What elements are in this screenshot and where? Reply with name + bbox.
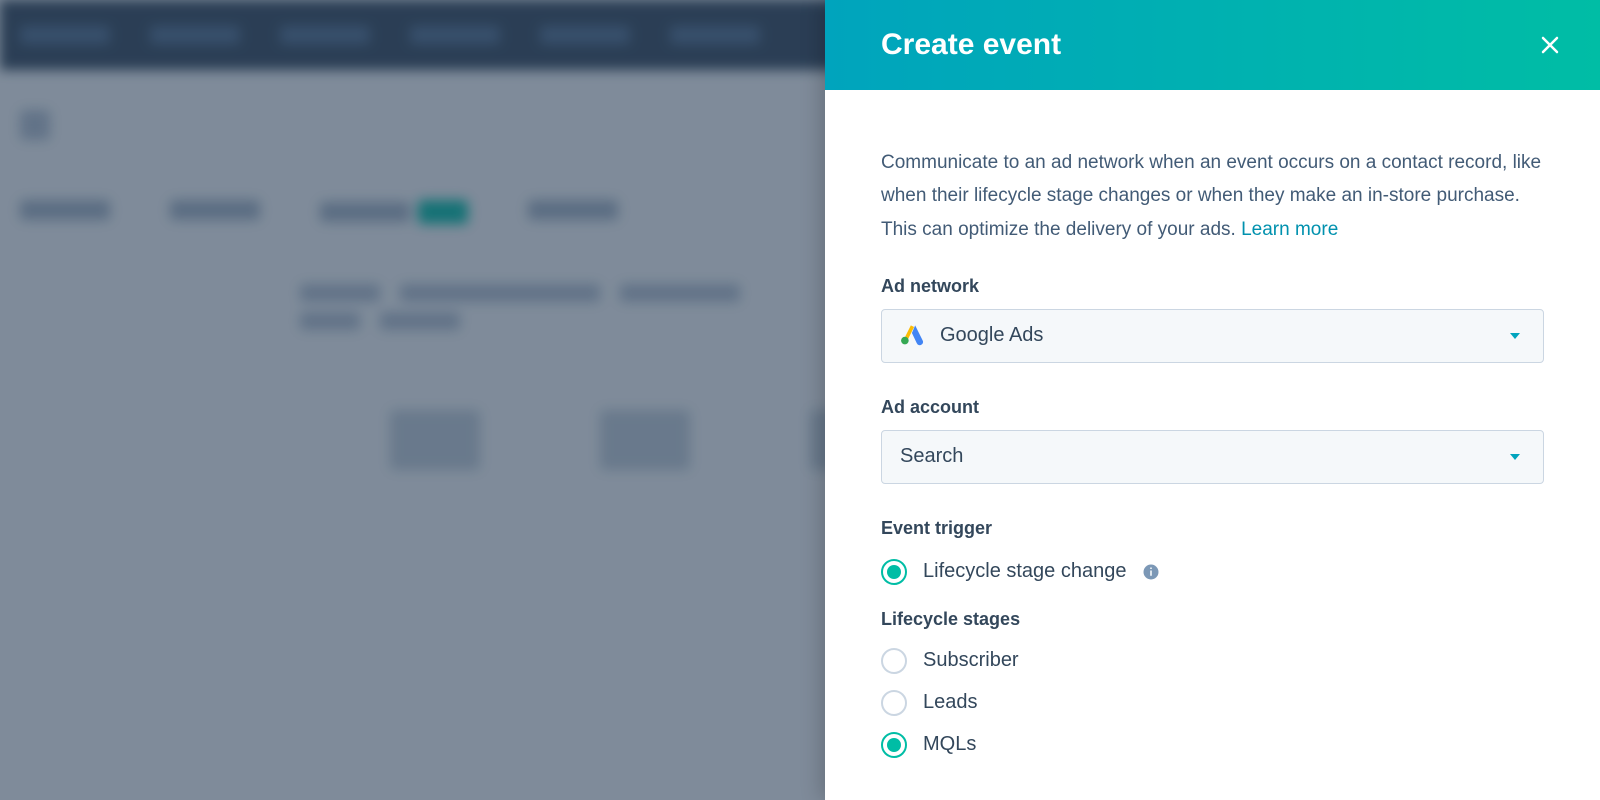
event-trigger-option-label: Lifecycle stage change xyxy=(923,560,1126,583)
lifecycle-option-label: MQLs xyxy=(923,733,976,756)
lifecycle-option-label: Subscriber xyxy=(923,649,1019,672)
ad-account-value: Search xyxy=(900,445,963,468)
radio-icon xyxy=(881,690,907,716)
learn-more-link[interactable]: Learn more xyxy=(1241,219,1338,240)
panel-header: Create event xyxy=(825,0,1600,90)
radio-icon xyxy=(881,648,907,674)
event-trigger-label: Event trigger xyxy=(881,518,1544,539)
event-trigger-option[interactable]: Lifecycle stage change xyxy=(881,559,1544,585)
panel-description: Communicate to an ad network when an eve… xyxy=(881,146,1544,246)
info-icon[interactable] xyxy=(1142,563,1160,581)
radio-icon xyxy=(881,732,907,758)
panel-title: Create event xyxy=(881,28,1061,62)
ad-network-label: Ad network xyxy=(881,276,1544,297)
close-icon[interactable] xyxy=(1536,31,1564,59)
google-ads-icon xyxy=(900,320,926,352)
ad-network-value: Google Ads xyxy=(940,324,1043,347)
lifecycle-stages-label: Lifecycle stages xyxy=(881,609,1544,630)
chevron-down-icon xyxy=(1505,326,1525,346)
radio-icon xyxy=(881,559,907,585)
ad-account-label: Ad account xyxy=(881,397,1544,418)
ad-network-select[interactable]: Google Ads xyxy=(881,309,1544,363)
lifecycle-option-leads[interactable]: Leads xyxy=(881,690,1544,716)
lifecycle-option-mqls[interactable]: MQLs xyxy=(881,732,1544,758)
panel-body: Communicate to an ad network when an eve… xyxy=(825,90,1600,798)
chevron-down-icon xyxy=(1505,447,1525,467)
description-text: Communicate to an ad network when an eve… xyxy=(881,152,1541,240)
ad-account-select[interactable]: Search xyxy=(881,430,1544,484)
lifecycle-option-subscriber[interactable]: Subscriber xyxy=(881,648,1544,674)
create-event-panel: Create event Communicate to an ad networ… xyxy=(825,0,1600,800)
lifecycle-option-label: Leads xyxy=(923,691,978,714)
